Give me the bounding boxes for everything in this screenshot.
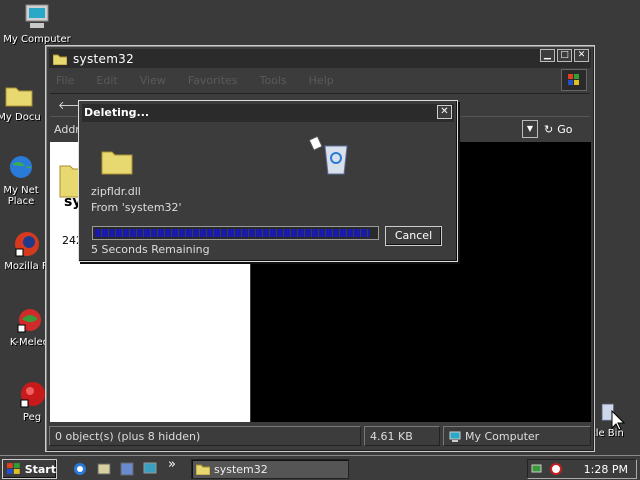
- go-arrow-icon: ↻: [544, 122, 554, 136]
- quick-launch-show-desktop-icon[interactable]: [142, 461, 158, 477]
- network-globe-icon: [10, 156, 32, 178]
- tray-media-icon[interactable]: [549, 462, 563, 476]
- taskbar: Start » system32 1:28 PM: [0, 455, 640, 480]
- taskbar-button-system32[interactable]: system32: [191, 459, 349, 479]
- pegasus-mail-icon: [20, 382, 45, 408]
- menu-view[interactable]: View: [138, 74, 168, 87]
- quick-launch-ie-icon[interactable]: [72, 461, 88, 477]
- dialog-close-button[interactable]: ✕: [437, 105, 452, 119]
- menu-favorites[interactable]: Favorites: [186, 74, 240, 87]
- status-size: 4.61 KB: [364, 426, 440, 446]
- progress-fill: [95, 229, 371, 237]
- minimize-button[interactable]: ▁: [540, 49, 555, 62]
- mouse-cursor-icon: [611, 410, 625, 431]
- go-label: Go: [557, 122, 573, 136]
- windows-logo-icon: [561, 69, 587, 91]
- start-button[interactable]: Start: [2, 459, 57, 479]
- folder-icon: [196, 464, 210, 475]
- desktop-icon-label: My Computer: [3, 34, 71, 45]
- tray-network-icon[interactable]: [531, 462, 545, 476]
- system-tray: 1:28 PM: [527, 459, 637, 479]
- address-dropdown-button[interactable]: ▼: [522, 120, 538, 138]
- recycle-bin-icon: [308, 135, 348, 175]
- status-object-count: 0 object(s) (plus 8 hidden): [49, 426, 361, 446]
- my-computer-icon: [449, 431, 461, 442]
- status-zone-label: My Computer: [465, 429, 540, 443]
- menu-bar: File Edit View Favorites Tools Help: [54, 70, 336, 90]
- file-name: zipfldr.dll: [91, 185, 141, 198]
- computer-icon: [25, 4, 49, 28]
- menu-help[interactable]: Help: [307, 74, 336, 87]
- explorer-titlebar[interactable]: system32: [49, 49, 591, 68]
- address-label: Addr: [54, 123, 80, 136]
- start-label: Start: [24, 462, 56, 476]
- dialog-title[interactable]: Deleting...: [82, 104, 454, 122]
- folder-icon: [53, 54, 67, 65]
- window-title: system32: [73, 51, 135, 66]
- status-bar: 0 object(s) (plus 8 hidden) 4.61 KB My C…: [49, 426, 591, 448]
- time-remaining: 5 Seconds Remaining: [91, 243, 210, 256]
- desktop-icon-my-computer[interactable]: My Computer: [2, 2, 72, 45]
- delete-progress-bar: [92, 226, 379, 240]
- quick-launch-email-icon[interactable]: [96, 461, 112, 477]
- source-folder: From 'system32': [91, 201, 182, 214]
- deleting-dialog: Deleting... ✕ zipfldr.dll From 'system32…: [78, 100, 458, 262]
- close-button[interactable]: ✕: [574, 49, 589, 62]
- menu-edit[interactable]: Edit: [94, 74, 119, 87]
- windows-flag-icon: [6, 463, 20, 474]
- go-button[interactable]: ↻ Go: [544, 120, 586, 138]
- mozilla-firefox-icon: [15, 232, 39, 257]
- quick-launch-chevron[interactable]: »: [168, 457, 176, 472]
- cancel-button[interactable]: Cancel: [385, 226, 442, 246]
- menu-file[interactable]: File: [54, 74, 76, 87]
- menu-tools[interactable]: Tools: [258, 74, 289, 87]
- quick-launch-media-icon[interactable]: [119, 461, 135, 477]
- status-zone: My Computer: [443, 426, 591, 446]
- folder-icon: [101, 151, 133, 175]
- task-label: system32: [214, 462, 268, 476]
- maximize-button[interactable]: □: [557, 49, 572, 62]
- clock[interactable]: 1:28 PM: [584, 463, 628, 476]
- k-meleon-icon: [17, 309, 41, 333]
- documents-folder-icon: [5, 87, 33, 107]
